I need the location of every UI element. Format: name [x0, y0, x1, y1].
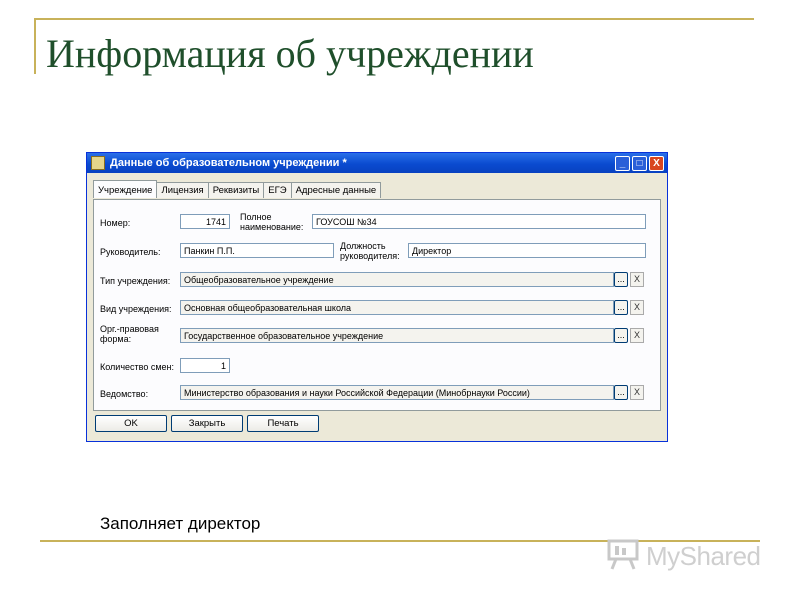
logo-text: MyShared: [646, 541, 761, 571]
tab-strip: Учреждение Лицензия Реквизиты ЕГЭ Адресн…: [93, 180, 382, 198]
institution-tab-panel: Номер: 1741 Полное наименование: ГОУСОШ …: [93, 199, 661, 411]
director-field[interactable]: Панкин П.П.: [180, 243, 334, 258]
department-label: Ведомство:: [100, 389, 149, 399]
tab-requisites[interactable]: Реквизиты: [207, 182, 265, 198]
legal-form-label: Орг.-правовая форма:: [100, 324, 159, 344]
slide-left-rule: [34, 18, 36, 74]
institution-type-clear-button[interactable]: X: [630, 272, 644, 287]
director-position-field[interactable]: Директор: [408, 243, 646, 258]
close-window-button[interactable]: X: [649, 155, 664, 171]
legal-form-field[interactable]: Государственное образовательное учрежден…: [180, 328, 614, 343]
institution-data-window: Данные об образовательном учреждении * _…: [86, 152, 668, 442]
app-icon: [91, 156, 105, 170]
legal-form-select-button[interactable]: ...: [614, 328, 628, 343]
institution-type-label: Тип учреждения:: [100, 276, 171, 286]
shifts-label: Количество смен:: [100, 362, 174, 372]
print-button[interactable]: Печать: [247, 415, 319, 432]
minimize-button[interactable]: _: [615, 155, 630, 171]
full-name-label: Полное наименование:: [240, 212, 304, 232]
slide-top-rule: [34, 18, 754, 20]
close-button[interactable]: Закрыть: [171, 415, 243, 432]
institution-kind-label: Вид учреждения:: [100, 304, 172, 314]
slide-title: Информация об учреждении: [46, 31, 534, 76]
number-field[interactable]: 1741: [180, 214, 230, 229]
window-title: Данные об образовательном учреждении *: [110, 157, 347, 169]
institution-kind-clear-button[interactable]: X: [630, 300, 644, 315]
myshared-logo: MyShared: [606, 535, 766, 575]
tab-institution[interactable]: Учреждение: [93, 180, 158, 198]
tab-license[interactable]: Лицензия: [156, 182, 209, 198]
department-clear-button[interactable]: X: [630, 385, 644, 400]
full-name-field[interactable]: ГОУСОШ №34: [312, 214, 646, 229]
slide-caption: Заполняет директор: [100, 514, 261, 533]
institution-type-select-button[interactable]: ...: [614, 272, 628, 287]
department-select-button[interactable]: ...: [614, 385, 628, 400]
director-label: Руководитель:: [100, 247, 161, 257]
maximize-button[interactable]: □: [632, 155, 647, 171]
institution-kind-select-button[interactable]: ...: [614, 300, 628, 315]
department-field[interactable]: Министерство образования и науки Российс…: [180, 385, 614, 400]
window-titlebar[interactable]: Данные об образовательном учреждении * _…: [87, 153, 667, 173]
institution-kind-field[interactable]: Основная общеобразовательная школа: [180, 300, 614, 315]
director-position-label: Должность руководителя:: [340, 241, 400, 261]
number-label: Номер:: [100, 218, 131, 228]
dialog-button-bar: OK Закрыть Печать: [95, 415, 319, 432]
institution-type-field[interactable]: Общеобразовательное учреждение: [180, 272, 614, 287]
tab-address[interactable]: Адресные данные: [290, 182, 382, 198]
presentation-board-icon: [607, 539, 639, 570]
legal-form-clear-button[interactable]: X: [630, 328, 644, 343]
tab-ege[interactable]: ЕГЭ: [263, 182, 292, 198]
ok-button[interactable]: OK: [95, 415, 167, 432]
shifts-field[interactable]: 1: [180, 358, 230, 373]
